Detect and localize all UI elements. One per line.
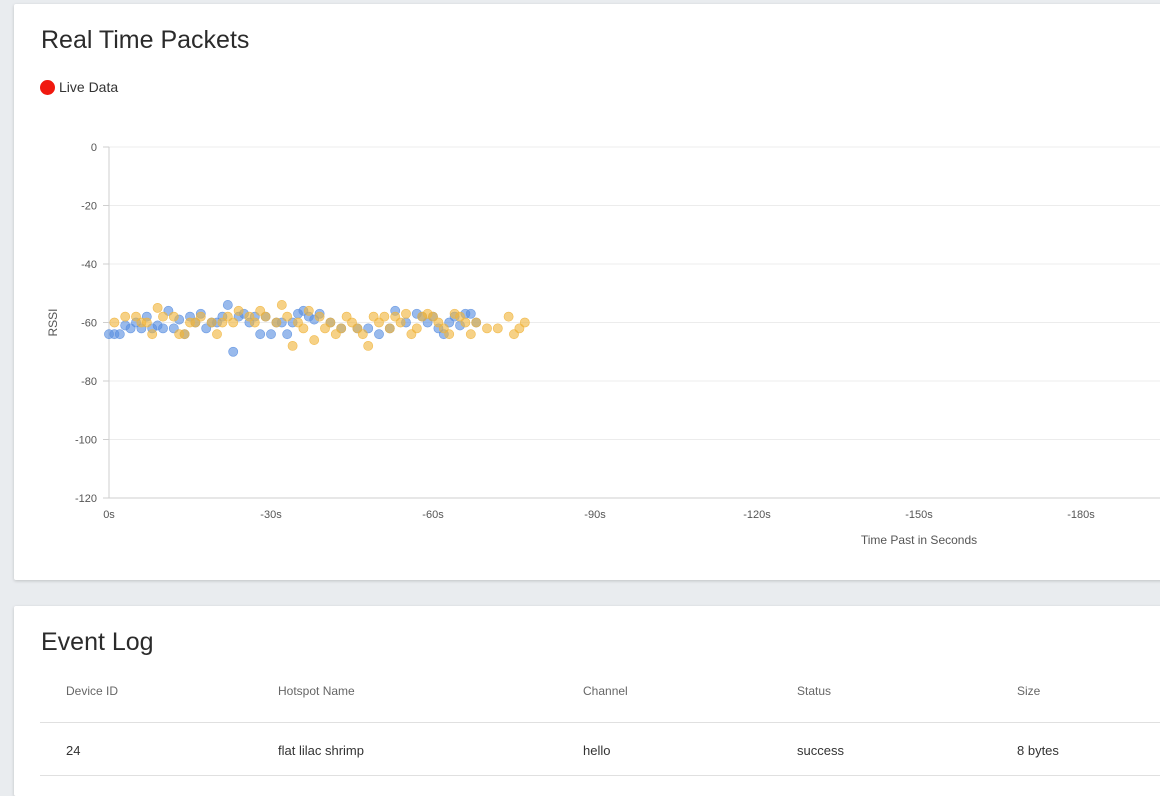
- real-time-packets-card: Real Time Packets Live Data 0 -20 -40 -60 -8…: [14, 4, 1160, 580]
- data-point-series-1: [228, 346, 239, 357]
- data-point-series-2: [303, 305, 314, 316]
- data-point-series-2: [195, 311, 206, 322]
- data-point-series-2: [492, 323, 503, 334]
- data-point-series-1: [222, 300, 233, 310]
- y-axis-title: RSSI: [46, 308, 60, 336]
- y-tick-label: -80: [81, 376, 97, 388]
- x-tick-label: -30s: [260, 509, 282, 521]
- data-point-series-2: [357, 329, 368, 340]
- data-point-series-1: [465, 308, 476, 319]
- table-row[interactable]: 24 flat lilac shrimp hello success 8 byt…: [40, 723, 1160, 776]
- y-tick-label: -100: [75, 435, 97, 447]
- data-point-series-1: [114, 329, 125, 340]
- data-point-series-1: [255, 329, 266, 340]
- data-point-series-2: [519, 317, 530, 328]
- data-point-series-2: [411, 323, 422, 334]
- data-point-series-2: [158, 311, 168, 322]
- data-point-series-2: [206, 317, 217, 328]
- data-point-series-2: [465, 329, 476, 340]
- x-axis-title: Time Past in Seconds: [861, 533, 977, 547]
- data-point-series-2: [120, 311, 131, 322]
- data-point-series-2: [260, 311, 271, 322]
- data-point-series-2: [228, 317, 239, 328]
- y-tick-label: 0: [91, 142, 97, 154]
- data-point-series-2: [503, 311, 514, 322]
- x-tick-label: 0s: [103, 509, 115, 521]
- data-point-series-2: [141, 317, 152, 328]
- x-tick-label: -90s: [584, 509, 606, 521]
- data-point-series-2: [325, 317, 336, 328]
- column-header-channel[interactable]: Channel: [583, 684, 628, 698]
- data-point-series-2: [287, 340, 298, 351]
- data-point-series-2: [314, 311, 325, 322]
- column-header-hotspot-name[interactable]: Hotspot Name: [278, 684, 355, 698]
- x-tick-label: -120s: [743, 509, 771, 521]
- x-tick-label: -180s: [1067, 509, 1095, 521]
- cell-channel: hello: [583, 743, 611, 758]
- data-point-series-2: [179, 329, 190, 340]
- y-tick-label: -60: [81, 318, 97, 330]
- data-point-series-2: [395, 317, 406, 328]
- column-header-size[interactable]: Size: [1017, 684, 1040, 698]
- data-point-series-2: [482, 323, 492, 334]
- data-point-series-2: [309, 335, 320, 345]
- data-point-series-2: [336, 323, 347, 334]
- data-point-series-2: [384, 323, 395, 334]
- data-point-series-2: [212, 329, 222, 340]
- data-point-series-1: [282, 329, 293, 340]
- data-point-series-2: [249, 317, 260, 328]
- data-point-series-2: [282, 311, 293, 322]
- y-tick-label: -40: [81, 259, 97, 271]
- data-point-series-2: [460, 317, 471, 328]
- event-log-title: Event Log: [41, 628, 154, 656]
- cell-hotspot-name: flat lilac shrimp: [278, 743, 364, 758]
- data-point-series-2: [276, 300, 287, 310]
- data-point-series-2: [471, 317, 482, 328]
- cell-size: 8 bytes: [1017, 743, 1059, 758]
- data-point-series-2: [152, 302, 163, 313]
- cell-status: success: [797, 743, 844, 758]
- data-point-series-2: [168, 311, 179, 322]
- cell-device-id: 24: [66, 743, 81, 758]
- column-header-device-id[interactable]: Device ID: [66, 684, 118, 698]
- y-tick-label: -20: [81, 201, 97, 213]
- data-point-series-2: [298, 323, 309, 334]
- event-log-header: Device ID Hotspot Name Channel Status Si…: [40, 676, 1160, 723]
- event-log-card: Event Log Device ID Hotspot Name Channel…: [14, 606, 1160, 796]
- data-point-series-2: [233, 305, 244, 316]
- data-point-series-2: [109, 317, 120, 328]
- data-point-series-2: [271, 317, 282, 328]
- data-point-series-2: [379, 311, 390, 322]
- x-tick-label: -150s: [905, 509, 933, 521]
- data-point-series-1: [158, 323, 168, 334]
- data-point-series-2: [147, 329, 158, 340]
- data-point-series-1: [374, 329, 384, 340]
- data-point-series-2: [444, 329, 455, 340]
- data-point-series-2: [401, 308, 411, 319]
- y-tick-label: -120: [75, 493, 97, 505]
- rssi-scatter-chart: 0 -20 -40 -60 -80 -100 -120 0s -30s -60s -90s -120s…: [46, 142, 1160, 547]
- data-point-series-2: [363, 340, 374, 351]
- column-header-status[interactable]: Status: [797, 684, 831, 698]
- data-point-series-1: [266, 329, 276, 340]
- x-tick-label: -60s: [422, 509, 444, 521]
